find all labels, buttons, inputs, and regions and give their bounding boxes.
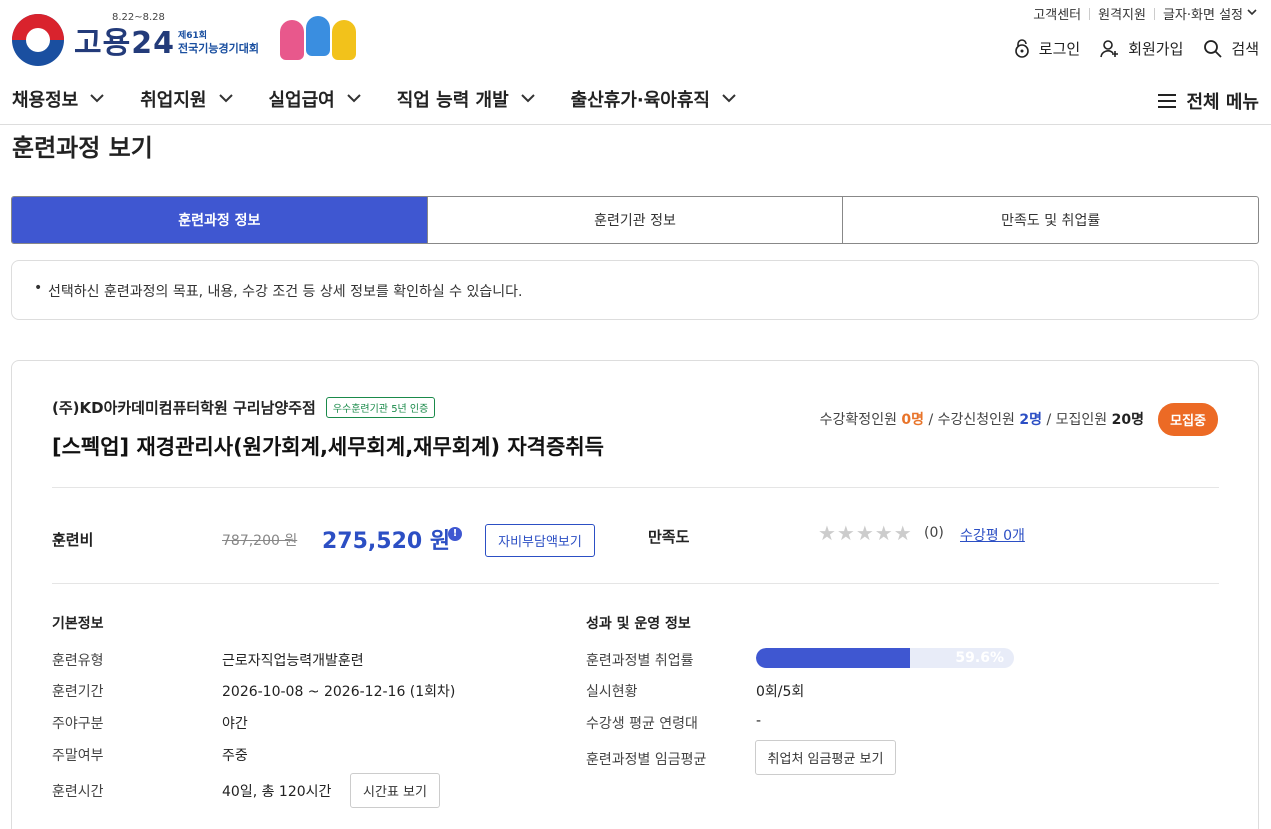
search-label: 검색 [1231, 40, 1259, 58]
fee-label: 훈련비 [52, 531, 94, 549]
tab-course-info[interactable]: 훈련과정 정보 [12, 197, 427, 243]
course-card: (주)KD아카데미컴퓨터학원 구리남양주점 우수훈련기관 5년 인증 [스펙업]… [11, 360, 1259, 829]
confirmed-label: 수강확정인원 [819, 412, 897, 428]
status-value: 0회/5회 [756, 684, 805, 700]
discounted-fee: 275,520 원 [322, 529, 451, 554]
row-value: 2026-10-08 ~ 2026-12-16 (1회차) [222, 684, 456, 700]
chevron-down-icon [90, 92, 104, 106]
display-settings-link[interactable]: 글자·화면 설정 [1163, 4, 1243, 23]
all-menu-button[interactable]: 전체 메뉴 [1158, 88, 1259, 114]
main-nav: 채용정보 취업지원 실업급여 직업 능력 개발 출산휴가·육아휴직 [12, 86, 772, 112]
search-icon [1204, 39, 1223, 58]
divider [52, 487, 1219, 488]
status-badge: 모집중 [1158, 403, 1218, 436]
self-pay-button[interactable]: 자비부담액보기 [485, 524, 595, 557]
chevron-down-icon [1247, 8, 1257, 19]
all-menu-label: 전체 메뉴 [1186, 92, 1259, 113]
divider [52, 583, 1219, 584]
performance-info-title: 성과 및 운영 정보 [586, 616, 691, 632]
nav-label: 채용정보 [12, 90, 79, 111]
row-label: 주야구분 [52, 716, 104, 732]
nav-skill-development[interactable]: 직업 능력 개발 [397, 86, 535, 112]
applied-count: 2명 [1019, 412, 1043, 428]
nav-employment-support[interactable]: 취업지원 [140, 86, 233, 112]
lock-icon [1014, 38, 1029, 58]
join-button[interactable]: 회원가입 [1100, 38, 1183, 59]
satisfaction-label: 만족도 [648, 528, 690, 546]
institution-row: (주)KD아카데미컴퓨터학원 구리남양주점 우수훈련기관 5년 인증 [52, 397, 436, 418]
user-plus-icon [1100, 39, 1119, 57]
wage-average-button[interactable]: 취업처 임금평균 보기 [755, 740, 896, 775]
login-label: 로그인 [1038, 40, 1081, 58]
chevron-down-icon [722, 92, 736, 106]
taegeuk-logo-icon [12, 14, 64, 66]
applied-label: 수강신청인원 [937, 412, 1015, 428]
member-menu: 로그인 회원가입 검색 [1013, 38, 1259, 59]
nav-label: 직업 능력 개발 [396, 90, 509, 111]
hamburger-icon [1158, 94, 1177, 108]
rating-stars-icon: ★★★★★ [818, 521, 913, 545]
row-label: 훈련유형 [52, 653, 104, 669]
timetable-button[interactable]: 시간표 보기 [350, 773, 440, 808]
nav-parental-leave[interactable]: 출산휴가·육아휴직 [571, 86, 736, 112]
notice-text: 선택하신 훈련과정의 목표, 내용, 수강 조건 등 상세 정보를 확인하실 수… [48, 284, 523, 300]
status-label: 실시현황 [586, 684, 638, 700]
nav-label: 출산휴가·육아휴직 [570, 90, 710, 111]
search-button[interactable]: 검색 [1203, 38, 1259, 59]
mascot-illustration [280, 16, 360, 62]
chevron-down-icon [218, 92, 233, 106]
tab-institution-info[interactable]: 훈련기관 정보 [426, 197, 843, 243]
employment-rate-label: 훈련과정별 취업률 [586, 653, 694, 669]
row-value: 주중 [222, 748, 248, 764]
join-label: 회원가입 [1128, 40, 1184, 58]
satisfaction-count: (0) [924, 525, 944, 541]
row-value: 40일, 총 120시간 [222, 784, 332, 800]
login-button[interactable]: 로그인 [1013, 38, 1080, 59]
nav-label: 실업급여 [268, 90, 335, 111]
age-label: 수강생 평균 연령대 [586, 716, 698, 732]
row-label: 주말여부 [52, 748, 104, 764]
original-fee: 787,200 원 [222, 533, 298, 549]
institution-name: (주)KD아카데미컴퓨터학원 구리남양주점 [52, 399, 316, 417]
row-value: 야간 [222, 716, 248, 732]
tab-bar: 훈련과정 정보 훈련기관 정보 만족도 및 취업률 [11, 196, 1259, 244]
divider [1153, 7, 1155, 20]
certification-badge: 우수훈련기관 5년 인증 [325, 397, 436, 418]
tab-satisfaction[interactable]: 만족도 및 취업률 [842, 197, 1258, 243]
nav-jobs[interactable]: 채용정보 [12, 86, 104, 112]
row-value: 근로자직업능력개발훈련 [222, 653, 364, 669]
logo-text: 고용24 [74, 26, 175, 61]
chevron-down-icon [347, 92, 361, 106]
nav-unemployment[interactable]: 실업급여 [269, 86, 361, 112]
chevron-down-icon [520, 92, 535, 106]
age-value: - [756, 713, 762, 729]
quota-label: 모집인원 [1055, 412, 1108, 428]
remote-support-link[interactable]: 원격지원 [1098, 4, 1146, 23]
event-date: 8.22~8.28 [112, 12, 165, 23]
customer-center-link[interactable]: 고객센터 [1033, 4, 1081, 23]
review-link[interactable]: 수강평 0개 [960, 525, 1025, 545]
basic-info-title: 기본정보 [52, 616, 104, 632]
row-label: 훈련시간 [52, 784, 104, 800]
row-label: 훈련기간 [52, 684, 104, 700]
page-title: 훈련과정 보기 [12, 134, 153, 162]
wage-label: 훈련과정별 임금평균 [586, 752, 707, 768]
course-title: [스펙업] 재경관리사(원가회계,세무회계,재무회계) 자격증취득 [52, 435, 604, 459]
quota-count: 20명 [1111, 412, 1144, 428]
employment-rate-value: 59.6% [955, 650, 1004, 666]
site-header: 고용24 8.22~8.28 제61회 전국기능경기대회 고객센터 원격지원 글… [0, 0, 1271, 125]
utility-menu: 고객센터 원격지원 글자·화면 설정 [1033, 4, 1257, 23]
enrollment-counts: 수강확정인원 0명 / 수강신청인원 2명 / 모집인원 20명 [819, 412, 1144, 428]
divider [1089, 7, 1091, 20]
info-icon[interactable]: ! [448, 527, 462, 541]
nav-label: 취업지원 [140, 90, 207, 111]
confirmed-count: 0명 [901, 412, 925, 428]
notice-box: 선택하신 훈련과정의 목표, 내용, 수강 조건 등 상세 정보를 확인하실 수… [11, 260, 1259, 320]
event-title: 전국기능경기대회 [178, 42, 259, 55]
